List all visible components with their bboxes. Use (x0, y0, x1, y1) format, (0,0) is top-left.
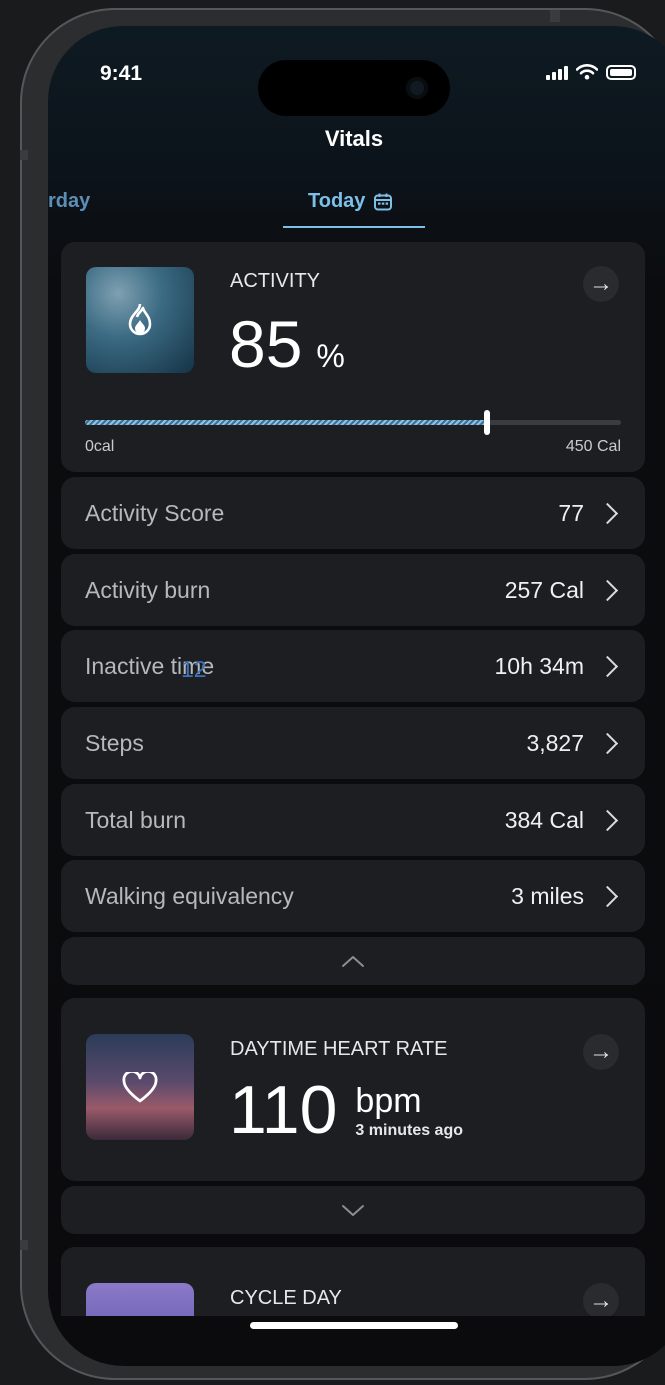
activity-open-button[interactable]: → (583, 266, 619, 302)
battery-icon (606, 64, 636, 80)
cycle-heading: CYCLE DAY (230, 1287, 342, 1309)
activity-value-group: 85 % (229, 306, 345, 382)
activity-progress-fill (85, 420, 487, 425)
activity-max-label: 450 Cal (565, 438, 621, 455)
metric-label: Steps (85, 729, 144, 756)
top-button (550, 10, 560, 22)
activity-progress-handle[interactable] (484, 410, 490, 435)
tab-today[interactable]: Today (308, 190, 393, 213)
activity-value: 85 (229, 307, 303, 381)
status-icons (546, 64, 636, 80)
calendar-icon (374, 193, 393, 210)
metric-row-inactive-time[interactable]: Inactive time 10h 34m 12 (61, 630, 645, 702)
activity-thumbnail (86, 267, 194, 373)
heart-icon (122, 1072, 158, 1103)
metric-row-steps[interactable]: Steps 3,827 (61, 707, 645, 779)
arrow-right-icon: → (589, 1287, 613, 1314)
chevron-down-icon (342, 1205, 364, 1216)
side-button-mute (20, 150, 28, 160)
metric-label: Total burn (85, 806, 187, 833)
heart-rate-unit: bpm (355, 1082, 422, 1120)
chevron-right-icon (596, 809, 619, 831)
metric-row-walking-equivalency[interactable]: Walking equivalency 3 miles (61, 860, 645, 932)
heart-rate-heading: DAYTIME HEART RATE (230, 1038, 448, 1060)
heart-rate-meta: bpm 3 minutes ago (355, 1084, 463, 1144)
cellular-signal-icon (546, 64, 568, 80)
chevron-right-icon (596, 655, 619, 677)
chevron-right-icon (596, 885, 619, 907)
metric-row-activity-burn[interactable]: Activity burn 257 Cal (61, 554, 645, 626)
metric-value: 384 Cal (504, 806, 584, 833)
flame-icon (128, 303, 152, 336)
heart-rate-card[interactable]: DAYTIME HEART RATE 110 bpm 3 minutes ago… (61, 998, 645, 1181)
chevron-right-icon (596, 502, 619, 524)
page-title: Vitals (324, 126, 384, 151)
tab-underline (283, 226, 425, 228)
tab-yesterday[interactable]: rday (48, 190, 90, 213)
activity-min-label: 0cal (85, 438, 115, 455)
heart-rate-time-ago: 3 minutes ago (355, 1122, 463, 1139)
heart-rate-value: 110 (229, 1072, 338, 1148)
arrow-right-icon: → (589, 270, 613, 297)
metric-value: 77 (558, 499, 584, 526)
activity-card[interactable]: ACTIVITY 85 % → 0cal 450 Cal (61, 242, 645, 472)
chevron-right-icon (596, 732, 619, 754)
activity-progress-track (85, 410, 621, 435)
metric-row-total-burn[interactable]: Total burn 384 Cal (61, 784, 645, 856)
dynamic-island (258, 60, 450, 116)
heart-rate-thumbnail (86, 1034, 194, 1140)
activity-heading: ACTIVITY (230, 270, 321, 292)
side-button-volume (20, 1240, 28, 1250)
phone-screen: 9:41 Vitals rday Today ACTIVITY 85 % → 0… (48, 26, 665, 1366)
overlay-number: 12 (181, 656, 207, 682)
collapse-button[interactable] (61, 937, 645, 985)
wifi-icon (576, 64, 598, 80)
chevron-up-icon (342, 956, 364, 967)
activity-unit: % (316, 338, 345, 374)
heart-rate-open-button[interactable]: → (583, 1034, 619, 1070)
home-indicator[interactable] (250, 1322, 458, 1329)
status-time: 9:41 (100, 62, 143, 85)
metric-label: Activity Score (85, 499, 225, 526)
expand-button[interactable] (61, 1186, 645, 1234)
tab-today-label: Today (308, 190, 366, 212)
chevron-right-icon (596, 579, 619, 601)
cycle-open-button[interactable]: → (583, 1283, 619, 1319)
metric-value: 3 miles (511, 882, 584, 909)
metric-value: 10h 34m (494, 652, 584, 679)
heart-rate-value-group: 110 bpm 3 minutes ago (229, 1076, 463, 1144)
arrow-right-icon: → (589, 1038, 613, 1065)
metric-label: Walking equivalency (85, 882, 294, 909)
camera-icon (406, 77, 428, 99)
metric-row-activity-score[interactable]: Activity Score 77 (61, 477, 645, 549)
metric-label: Activity burn (85, 576, 211, 603)
metric-value: 257 Cal (504, 576, 584, 603)
metric-value: 3,827 (526, 729, 584, 756)
